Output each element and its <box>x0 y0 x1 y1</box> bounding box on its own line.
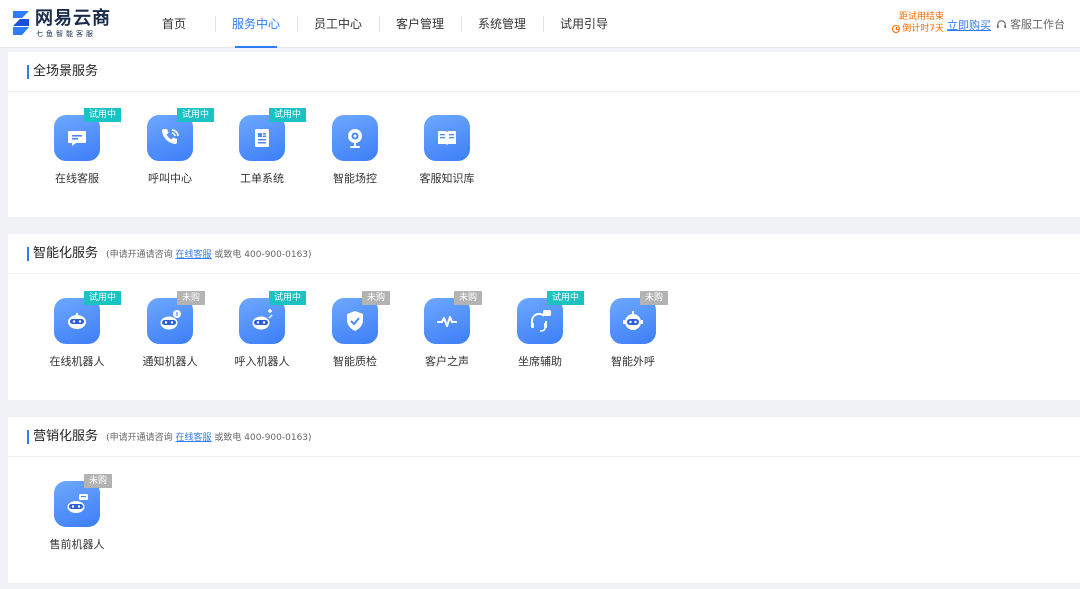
nav-staff-center[interactable]: 员工中心 <box>297 0 379 48</box>
nav-home[interactable]: 首页 <box>133 0 215 48</box>
section-title: 营销化服务 <box>33 429 99 444</box>
trial-line2: 倒计时7天 <box>902 24 944 34</box>
headset-icon <box>996 19 1007 28</box>
tile-label: 呼叫中心 <box>148 172 192 185</box>
nav-trial-guide[interactable]: 试用引导 <box>543 0 625 48</box>
tile-label: 在线机器人 <box>49 355 105 368</box>
book-icon <box>438 131 456 146</box>
status-badge: 试用中 <box>269 108 307 122</box>
section-marker <box>27 247 29 261</box>
phone-icon <box>162 129 179 144</box>
tile-label: 工单系统 <box>240 172 284 185</box>
brand-title: 网易云商 <box>35 8 111 29</box>
status-badge: 试用中 <box>269 291 307 305</box>
tile-call-center[interactable]: 试用中 呼叫中心 <box>132 108 215 191</box>
tile-presale-robot[interactable]: 未购 售前机器人 <box>39 474 115 557</box>
logo-mark-icon <box>13 11 29 35</box>
status-badge: 未购 <box>177 291 206 305</box>
status-badge: 未购 <box>640 291 669 305</box>
tile-label: 坐席辅助 <box>518 355 562 368</box>
section-marker <box>27 65 29 79</box>
robot-inbound-icon <box>252 309 273 330</box>
top-nav-bar: 网易云商 七鱼智能客服 首页 服务中心 员工中心 客户管理 系统管理 试用引导 … <box>0 0 1080 48</box>
workbench-label: 客服工作台 <box>1010 18 1065 31</box>
shield-check-icon <box>347 311 363 331</box>
nav-service-center[interactable]: 服务中心 <box>215 0 297 48</box>
tile-smart-outbound[interactable]: 未购 智能外呼 <box>595 291 671 374</box>
pulse-icon <box>437 316 457 327</box>
brand-logo[interactable]: 网易云商 七鱼智能客服 <box>10 8 110 40</box>
tile-label: 智能外呼 <box>611 355 655 368</box>
tile-online-service[interactable]: 试用中 在线客服 <box>39 108 122 191</box>
tile-customer-voice[interactable]: 未购 客户之声 <box>409 291 485 374</box>
status-badge: 试用中 <box>84 291 122 305</box>
tile-quality-inspection[interactable]: 未购 智能质检 <box>317 291 393 374</box>
agent-workbench-link[interactable]: 客服工作台 <box>996 16 1065 32</box>
tile-agent-assist[interactable]: 试用中 坐席辅助 <box>502 291 585 374</box>
online-service-link[interactable]: 在线客服 <box>176 433 212 443</box>
section-title: 全场景服务 <box>33 64 99 79</box>
section-title: 智能化服务 <box>33 246 99 261</box>
tile-smart-control[interactable]: 智能场控 <box>317 115 393 191</box>
status-badge: 试用中 <box>547 291 585 305</box>
tile-label: 智能质检 <box>333 355 377 368</box>
tile-label: 售前机器人 <box>49 538 105 551</box>
tile-online-robot[interactable]: 试用中 在线机器人 <box>39 291 122 374</box>
section-marketing-service: 营销化服务 (申请开通请咨询 在线客服 或致电 400-900-0163) 未购… <box>8 417 1080 583</box>
trial-countdown: 距试用结束 倒计时7天 <box>886 11 944 35</box>
tile-label: 智能场控 <box>333 172 377 185</box>
section-marker <box>27 430 29 444</box>
tile-inbound-robot[interactable]: 试用中 呼入机器人 <box>224 291 307 374</box>
status-badge: 未购 <box>362 291 391 305</box>
buy-now-link[interactable]: 立即购买 <box>947 17 991 33</box>
tile-label: 在线客服 <box>55 172 99 185</box>
section-note: (申请开通请咨询 在线客服 或致电 400-900-0163) <box>106 250 312 260</box>
nav-customer-management[interactable]: 客户管理 <box>379 0 461 48</box>
tile-label: 客服知识库 <box>419 172 475 185</box>
status-badge: 试用中 <box>177 108 215 122</box>
section-note: (申请开通请咨询 在线客服 或致电 400-900-0163) <box>106 433 312 443</box>
section-full-scene: 全场景服务 试用中 在线客服 试用中 呼叫中心 试用中 工单系统 智能场控 客服… <box>8 52 1080 217</box>
brand-subtitle: 七鱼智能客服 <box>36 30 96 38</box>
robot-outbound-icon <box>623 311 643 330</box>
document-icon <box>255 129 269 147</box>
chat-icon <box>68 131 86 146</box>
webcam-icon <box>348 129 362 148</box>
tile-label: 通知机器人 <box>142 355 198 368</box>
clock-icon <box>892 25 901 33</box>
status-badge: 试用中 <box>84 108 122 122</box>
trial-line1: 距试用结束 <box>898 12 944 22</box>
robot-notify-icon <box>160 310 181 330</box>
status-badge: 未购 <box>454 291 483 305</box>
robot-icon <box>68 313 86 329</box>
tile-ticket-system[interactable]: 试用中 工单系统 <box>224 108 307 191</box>
tile-label: 呼入机器人 <box>234 355 290 368</box>
section-smart-service: 智能化服务 (申请开通请咨询 在线客服 或致电 400-900-0163) 试用… <box>8 234 1080 400</box>
status-badge: 未购 <box>84 474 113 488</box>
tile-label: 客户之声 <box>425 355 469 368</box>
online-service-link[interactable]: 在线客服 <box>176 250 212 260</box>
tile-notify-robot[interactable]: 未购 通知机器人 <box>132 291 208 374</box>
tile-knowledge-base[interactable]: 客服知识库 <box>409 115 485 191</box>
headset-ai-icon <box>530 310 551 332</box>
nav-system-management[interactable]: 系统管理 <box>461 0 543 48</box>
main-nav: 首页 服务中心 员工中心 客户管理 系统管理 试用引导 <box>133 0 625 48</box>
robot-presale-icon <box>67 494 88 513</box>
